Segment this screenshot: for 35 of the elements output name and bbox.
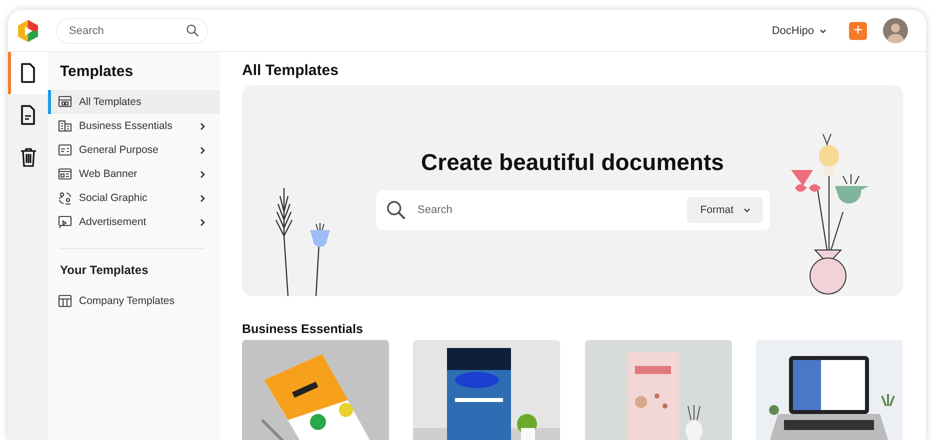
layout-icon xyxy=(58,294,72,308)
workspace-menu[interactable]: DocHipo xyxy=(772,24,827,36)
card-icon xyxy=(58,143,72,157)
section-title: Business Essentials xyxy=(242,322,364,338)
search-icon xyxy=(386,200,406,220)
hero-heading: Create beautiful documents xyxy=(421,148,724,176)
sidebar-item[interactable]: Business Essentials xyxy=(48,114,220,138)
sidebar-title: Templates xyxy=(59,62,134,82)
building-icon xyxy=(58,119,72,133)
sidebar-item[interactable]: General Purpose xyxy=(48,138,220,162)
page-title: All Templates xyxy=(242,62,340,81)
sidebar-item[interactable]: Web Banner xyxy=(48,162,220,186)
chevron-down-icon xyxy=(742,206,750,214)
people-icon xyxy=(58,191,72,205)
sidebar-item[interactable]: Social Graphic xyxy=(48,186,220,210)
search-bar[interactable]: Search xyxy=(56,18,208,44)
sidebar-item[interactable]: Company Templates xyxy=(48,289,220,313)
presentation-icon xyxy=(58,215,72,229)
template-search-field[interactable]: Search Format xyxy=(376,190,770,230)
chevron-down-icon xyxy=(819,26,827,34)
sidebar-item[interactable]: Advertisement xyxy=(48,210,220,234)
banner-icon xyxy=(58,167,72,181)
format-dropdown[interactable]: Format xyxy=(687,196,762,223)
document-icon xyxy=(20,105,36,125)
template-grid-icon xyxy=(58,95,72,109)
search-icon xyxy=(186,24,199,37)
sidebar-section-title: Your Templates xyxy=(59,263,150,279)
logo-icon xyxy=(16,18,40,42)
sidebar-item[interactable]: All Templates xyxy=(48,90,220,114)
avatar[interactable] xyxy=(883,18,908,43)
document-icon xyxy=(20,63,36,83)
search-input[interactable]: Search xyxy=(67,24,186,38)
trash-icon xyxy=(20,147,36,167)
search-input[interactable]: Search xyxy=(416,202,678,217)
nav-button[interactable] xyxy=(8,52,48,94)
